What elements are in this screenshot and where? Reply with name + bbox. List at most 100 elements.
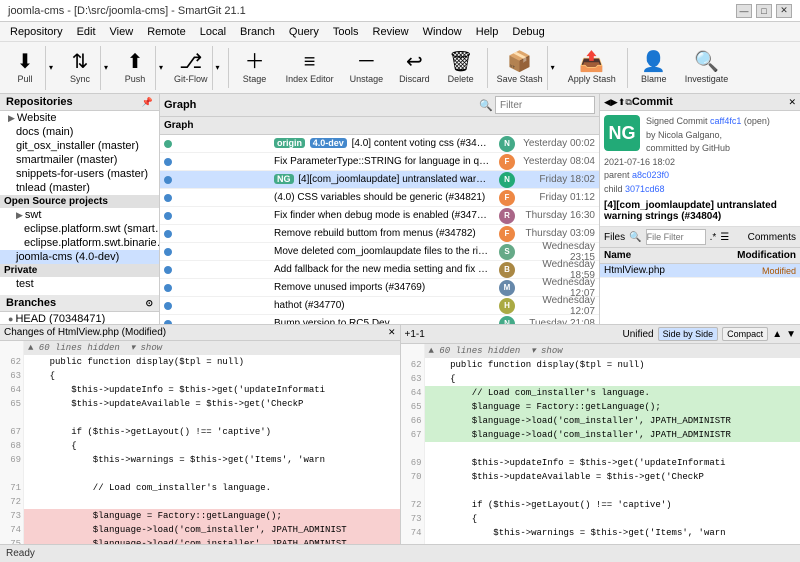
- pull-button[interactable]: ⬇ Pull ▾: [4, 45, 57, 91]
- repo-eclipse-swt[interactable]: eclipse.platform.swt (smart…): [0, 222, 159, 236]
- file-options-icon[interactable]: ☰: [720, 232, 729, 243]
- diff-linenum: 74: [0, 523, 24, 537]
- filter-box: 🔍: [479, 96, 595, 114]
- close-button[interactable]: ✕: [776, 4, 792, 18]
- nav-prev-icon[interactable]: ◀: [604, 97, 611, 108]
- commit-row[interactable]: (4.0) CSS variables should be generic (#…: [160, 189, 599, 207]
- parent-hash-link[interactable]: a8c023f0: [632, 170, 669, 180]
- branch-head[interactable]: ● HEAD (70348471): [0, 312, 159, 324]
- repo-swt[interactable]: ▶ swt: [0, 208, 159, 222]
- repo-test[interactable]: test: [0, 277, 159, 291]
- menubar-item-debug[interactable]: Debug: [506, 24, 550, 40]
- diff-line-removed: 74 $language->load('com_installer', JPAT…: [0, 523, 400, 537]
- commit-open[interactable]: (open): [744, 116, 770, 126]
- discard-button[interactable]: ↩ Discard: [392, 45, 437, 91]
- diff-close-icon[interactable]: ✕: [388, 327, 396, 338]
- push-arrow[interactable]: ▾: [155, 46, 166, 90]
- repo-tnlead[interactable]: tnlead (master): [0, 181, 159, 195]
- repo-joomla-cms[interactable]: joomla-cms (4.0-dev): [0, 250, 159, 264]
- apply-stash-icon: 📤: [579, 52, 604, 72]
- pull-icon: ⬇: [17, 52, 34, 72]
- diff-linenum: 62: [401, 358, 425, 372]
- commit-time: Yesterday 08:04: [519, 156, 599, 167]
- menubar-item-edit[interactable]: Edit: [71, 24, 102, 40]
- menubar-item-window[interactable]: Window: [417, 24, 468, 40]
- diff-right-content: ▲ 60 lines hidden ▾ show 62 public funct…: [401, 344, 800, 544]
- diff-hidden-top[interactable]: ▲ 60 lines hidden ▾ show: [0, 341, 400, 355]
- investigate-icon: 🔍: [694, 52, 719, 72]
- commit-hash-link[interactable]: caff4fc1: [710, 116, 741, 126]
- regex-icon[interactable]: .*: [710, 232, 717, 243]
- save-stash-arrow[interactable]: ▾: [547, 46, 558, 90]
- filter-input[interactable]: [495, 96, 595, 114]
- commit-row[interactable]: NG [4][com_joomlaupdate] untranslated wa…: [160, 171, 599, 189]
- menubar-item-local[interactable]: Local: [194, 24, 232, 40]
- apply-stash-button[interactable]: 📤 Apply Stash: [561, 45, 623, 91]
- commit-graph: [160, 297, 270, 315]
- menubar-item-view[interactable]: View: [104, 24, 140, 40]
- minimize-button[interactable]: —: [736, 4, 752, 18]
- delete-button[interactable]: 🗑 Delete: [439, 45, 483, 91]
- menubar-item-repository[interactable]: Repository: [4, 24, 69, 40]
- commit-author: F: [495, 189, 519, 207]
- expand-icon[interactable]: ⬆: [618, 97, 626, 108]
- diff-linenum: 71: [0, 481, 24, 495]
- commit-row[interactable]: origin 4.0-dev [4.0] content voting css …: [160, 135, 599, 153]
- repo-smartmailer[interactable]: smartmailer (master): [0, 153, 159, 167]
- diff-line-removed: 73 $language = Factory::getLanguage();: [0, 509, 400, 523]
- diff-hidden-top[interactable]: ▲ 60 lines hidden ▾ show: [401, 344, 800, 358]
- diff-up-btn[interactable]: ▲: [772, 329, 782, 340]
- repo-docs[interactable]: docs (main): [0, 125, 159, 139]
- file-row[interactable]: HtmlView.php Modified: [600, 264, 800, 278]
- index-editor-button[interactable]: ≡ Index Editor: [279, 45, 341, 91]
- menubar-item-review[interactable]: Review: [367, 24, 415, 40]
- unstage-button[interactable]: － Unstage: [343, 45, 391, 91]
- diff-line: [0, 411, 400, 425]
- file-filter-input[interactable]: [646, 229, 706, 245]
- diff-compact-btn[interactable]: Compact: [722, 327, 768, 341]
- commit-row[interactable]: Fix ParameterType::STRING for language i…: [160, 153, 599, 171]
- menubar-item-branch[interactable]: Branch: [234, 24, 281, 40]
- file-status: Modified: [762, 266, 796, 276]
- repo-pin-icon[interactable]: 📌: [142, 97, 153, 108]
- close-commit-icon[interactable]: ✕: [788, 97, 796, 108]
- menubar-item-query[interactable]: Query: [283, 24, 325, 40]
- sync-arrow[interactable]: ▾: [100, 46, 111, 90]
- commit-row[interactable]: hathot (#34770) H Wednesday 12:07: [160, 297, 599, 315]
- repo-website[interactable]: ▶ Website: [0, 111, 159, 125]
- file-columns: Name Modification: [600, 248, 800, 264]
- menubar-item-remote[interactable]: Remote: [141, 24, 192, 40]
- diff-code: if ($this->getLayout() !== 'captive'): [24, 425, 400, 439]
- repo-snippets[interactable]: snippets-for-users (master): [0, 167, 159, 181]
- diff-line: 63 {: [401, 372, 800, 386]
- commit-detail-body: NG Signed Commit caff4fc1 (open) by Nico…: [600, 111, 800, 227]
- pull-arrow[interactable]: ▾: [45, 46, 56, 90]
- comments-tab[interactable]: Comments: [748, 232, 796, 243]
- maximize-button[interactable]: □: [756, 4, 772, 18]
- diff-down-btn[interactable]: ▼: [786, 329, 796, 340]
- git-flow-button[interactable]: ⎇ Git-Flow ▾: [169, 45, 224, 91]
- author-avatar: H: [499, 298, 515, 314]
- commit-graph: [160, 279, 270, 297]
- git-flow-arrow[interactable]: ▾: [212, 46, 223, 90]
- delete-icon: 🗑: [448, 52, 473, 72]
- menubar-item-tools[interactable]: Tools: [327, 24, 365, 40]
- commit-row[interactable]: Fix finder when debug mode is enabled (#…: [160, 207, 599, 225]
- nav-next-icon[interactable]: ▶: [611, 97, 618, 108]
- diff-sidebyside-btn[interactable]: Side by Side: [658, 327, 719, 341]
- menubar-item-help[interactable]: Help: [470, 24, 505, 40]
- save-stash-button[interactable]: 📦 Save Stash ▾: [492, 45, 559, 91]
- investigate-button[interactable]: 🔍 Investigate: [678, 45, 736, 91]
- toolbar-sep-2: [487, 48, 488, 88]
- repo-git-osx[interactable]: git_osx_installer (master): [0, 139, 159, 153]
- stage-button[interactable]: ＋ Stage: [233, 45, 277, 91]
- child-hash-link[interactable]: 3071cd68: [625, 184, 665, 194]
- repo-eclipse-swt-bin[interactable]: eclipse.platform.swt.binarie…: [0, 236, 159, 250]
- sync-button[interactable]: ⇅ Sync ▾: [59, 45, 112, 91]
- menubar: RepositoryEditViewRemoteLocalBranchQuery…: [0, 22, 800, 42]
- diff-code: $this->updateInfo = $this->get('updateIn…: [24, 383, 400, 397]
- commit-avatar: NG: [604, 115, 640, 151]
- diff-unified-btn[interactable]: Unified: [622, 329, 653, 340]
- push-button[interactable]: ⬆ Push ▾: [114, 45, 167, 91]
- blame-button[interactable]: 👤 Blame: [632, 45, 676, 91]
